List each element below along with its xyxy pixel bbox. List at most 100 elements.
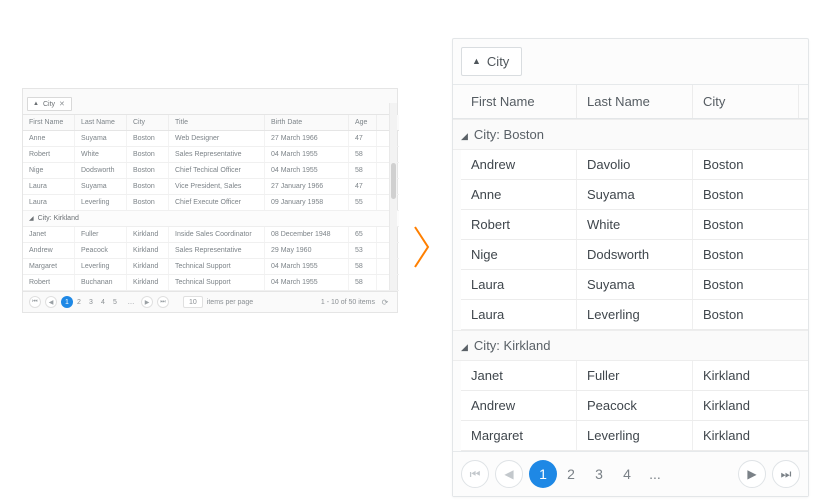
- cell: Buchanan: [75, 275, 127, 290]
- page-last-button[interactable]: ⏭: [157, 296, 169, 308]
- table-row[interactable]: RobertWhiteBoston: [461, 210, 808, 240]
- page-next-button[interactable]: ▶: [738, 460, 766, 488]
- column-header[interactable]: City: [127, 115, 169, 130]
- page-prev-button[interactable]: ◀: [495, 460, 523, 488]
- cell: 53: [349, 243, 377, 258]
- table-row[interactable]: AnneSuyamaBostonWeb Designer27 March 196…: [23, 131, 399, 147]
- page-number[interactable]: 2: [73, 296, 85, 308]
- group-chip-city[interactable]: ▲ City: [461, 47, 522, 76]
- cell: 65: [349, 227, 377, 242]
- cell: Peacock: [577, 391, 693, 420]
- group-row[interactable]: ◢City: Kirkland: [23, 211, 399, 227]
- page-more[interactable]: …: [125, 296, 137, 308]
- column-header-row: First Name Last Name City: [453, 85, 808, 119]
- pager: ⏮ ◀ 1234... ▶ ⏭: [453, 451, 808, 496]
- column-header[interactable]: Age: [349, 115, 377, 130]
- cell: Vice President, Sales: [169, 179, 265, 194]
- page-first-button[interactable]: ⏮: [461, 460, 489, 488]
- page-size-select[interactable]: 10: [183, 296, 203, 308]
- group-panel[interactable]: ▲ City ✕: [23, 89, 397, 115]
- column-header-last-name[interactable]: Last Name: [577, 85, 693, 118]
- cell: Boston: [693, 210, 799, 239]
- cell: 47: [349, 131, 377, 146]
- cell: Boston: [693, 240, 799, 269]
- table-row[interactable]: RobertBuchananKirklandTechnical Support0…: [23, 275, 399, 291]
- expanded-grid: ▲ City First Name Last Name City ◢City: …: [452, 38, 809, 497]
- table-row[interactable]: AndrewPeacockKirkland: [461, 391, 808, 421]
- group-panel[interactable]: ▲ City: [453, 39, 808, 85]
- table-row[interactable]: LauraSuyamaBostonVice President, Sales27…: [23, 179, 399, 195]
- expand-icon[interactable]: ◢: [29, 216, 34, 222]
- page-last-button[interactable]: ⏭: [772, 460, 800, 488]
- table-row[interactable]: MargaretLeverlingKirklandTechnical Suppo…: [23, 259, 399, 275]
- table-row[interactable]: LauraLeverlingBostonChief Execute Office…: [23, 195, 399, 211]
- column-header-first-name[interactable]: First Name: [461, 85, 577, 118]
- cell: Robert: [23, 275, 75, 290]
- cell: Chief Execute Officer: [169, 195, 265, 210]
- cell: Technical Support: [169, 259, 265, 274]
- page-number[interactable]: 2: [557, 460, 585, 488]
- cell: Technical Support: [169, 275, 265, 290]
- page-number[interactable]: 3: [585, 460, 613, 488]
- table-row[interactable]: NigeDodsworthBoston: [461, 240, 808, 270]
- cell: Laura: [461, 300, 577, 329]
- table-row[interactable]: NigeDodsworthBostonChief Techical Office…: [23, 163, 399, 179]
- cell: 58: [349, 163, 377, 178]
- page-more[interactable]: ...: [641, 460, 669, 488]
- table-row[interactable]: JanetFullerKirklandInside Sales Coordina…: [23, 227, 399, 243]
- cell: Laura: [23, 179, 75, 194]
- page-next-button[interactable]: ▶: [141, 296, 153, 308]
- cell: Nige: [461, 240, 577, 269]
- compact-grid-table: First NameLast NameCityTitleBirth DateAg…: [23, 115, 399, 291]
- cell: Margaret: [23, 259, 75, 274]
- table-row[interactable]: MargaretLeverlingKirkland: [461, 421, 808, 451]
- page-prev-button[interactable]: ◀: [45, 296, 57, 308]
- group-chip-city[interactable]: ▲ City ✕: [27, 97, 72, 111]
- page-number[interactable]: 1: [61, 296, 73, 308]
- page-number[interactable]: 4: [97, 296, 109, 308]
- page-number[interactable]: 1: [529, 460, 557, 488]
- column-header[interactable]: Title: [169, 115, 265, 130]
- page-number[interactable]: 4: [613, 460, 641, 488]
- table-row[interactable]: AndrewPeacockKirklandSales Representativ…: [23, 243, 399, 259]
- group-row[interactable]: ◢City: Kirkland: [453, 330, 808, 361]
- scrollbar-thumb[interactable]: [391, 163, 396, 199]
- transition-arrow-icon: [413, 225, 431, 269]
- page-number[interactable]: 3: [85, 296, 97, 308]
- cell: Inside Sales Coordinator: [169, 227, 265, 242]
- cell: Kirkland: [127, 275, 169, 290]
- cell: Andrew: [461, 391, 577, 420]
- table-row[interactable]: AnneSuyamaBoston: [461, 180, 808, 210]
- refresh-icon[interactable]: ⟳: [379, 296, 391, 308]
- table-row[interactable]: RobertWhiteBostonSales Representative04 …: [23, 147, 399, 163]
- page-number[interactable]: 5: [109, 296, 121, 308]
- group-row[interactable]: ◢City: Boston: [453, 119, 808, 150]
- table-row[interactable]: JanetFullerKirkland: [461, 361, 808, 391]
- column-header[interactable]: First Name: [23, 115, 75, 130]
- pager: ⏮ ◀ 12345 … ▶ ⏭ 10 items per page 1 - 10…: [23, 291, 397, 312]
- cell: Margaret: [461, 421, 577, 450]
- cell: 27 January 1966: [265, 179, 349, 194]
- column-header[interactable]: Last Name: [75, 115, 127, 130]
- cell: Kirkland: [127, 243, 169, 258]
- page-first-button[interactable]: ⏮: [29, 296, 41, 308]
- vertical-scrollbar[interactable]: [389, 103, 397, 290]
- column-header-city[interactable]: City: [693, 85, 799, 118]
- close-icon[interactable]: ✕: [59, 100, 65, 108]
- column-header[interactable]: Birth Date: [265, 115, 349, 130]
- cell: Suyama: [75, 131, 127, 146]
- cell: Fuller: [75, 227, 127, 242]
- cell: Anne: [461, 180, 577, 209]
- table-row[interactable]: LauraSuyamaBoston: [461, 270, 808, 300]
- cell: 29 May 1960: [265, 243, 349, 258]
- cell: 08 December 1948: [265, 227, 349, 242]
- cell: Leverling: [577, 421, 693, 450]
- table-row[interactable]: LauraLeverlingBoston: [461, 300, 808, 330]
- expand-icon[interactable]: ◢: [461, 131, 468, 142]
- table-row[interactable]: AndrewDavolioBoston: [461, 150, 808, 180]
- expand-icon[interactable]: ◢: [461, 342, 468, 353]
- pager-summary: 1 - 10 of 50 items: [321, 299, 375, 306]
- cell: White: [577, 210, 693, 239]
- cell: Boston: [693, 150, 799, 179]
- cell: Suyama: [577, 270, 693, 299]
